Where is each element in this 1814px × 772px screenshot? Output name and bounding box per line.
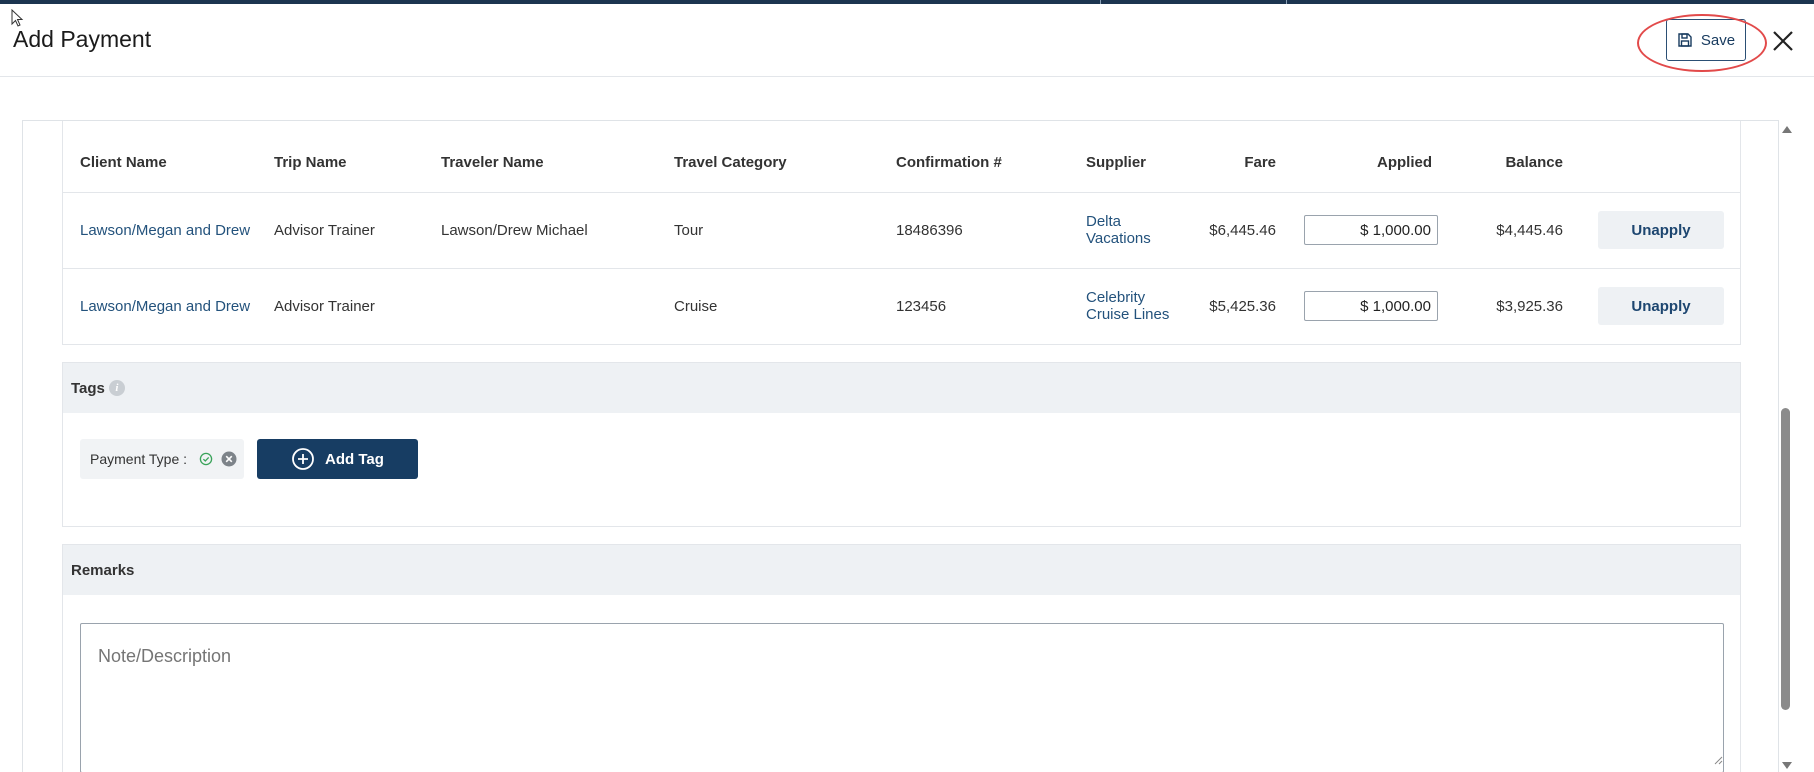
save-button-label: Save — [1700, 31, 1736, 49]
resize-grip-icon[interactable] — [1713, 755, 1723, 765]
fare-cell: $6,445.46 — [1196, 192, 1276, 269]
check-circle-icon — [199, 452, 213, 466]
column-header-actions — [1563, 121, 1740, 193]
info-icon[interactable]: i — [108, 380, 125, 396]
tags-title: Tags — [71, 379, 105, 397]
tags-header: Tags i — [63, 363, 1740, 413]
trip-name-cell: Advisor Trainer — [274, 297, 375, 315]
column-header-trip: Trip Name — [274, 121, 441, 193]
column-header-confirmation: Confirmation # — [896, 121, 1086, 193]
supplier-line2: Vacations — [1086, 230, 1151, 247]
traveler-name-cell — [441, 268, 674, 344]
table-header-row: Client Name Trip Name Traveler Name Trav… — [63, 121, 1740, 193]
supplier-line1: Delta — [1086, 213, 1122, 230]
table-row: Lawson/Megan and Drew Advisor Trainer Cr… — [63, 268, 1740, 344]
supplier-line1: Celebrity — [1086, 289, 1146, 307]
applied-amount-input[interactable] — [1304, 291, 1438, 322]
modal-header: Add Payment Save — [0, 4, 1814, 77]
remarks-section: Remarks — [62, 544, 1741, 772]
column-header-fare: Fare — [1196, 121, 1276, 193]
vertical-scrollbar[interactable] — [1779, 120, 1793, 772]
add-tag-label: Add Tag — [325, 450, 384, 468]
table-row: Lawson/Megan and Drew Advisor Trainer La… — [63, 192, 1740, 269]
page-title: Add Payment — [13, 26, 152, 52]
travel-category-cell: Tour — [674, 192, 896, 269]
scroll-up-arrow-icon[interactable] — [1782, 126, 1792, 133]
unapply-button[interactable]: Unapply — [1598, 211, 1724, 249]
tags-section: Tags i Payment Type : Add Tag — [62, 362, 1741, 527]
mouse-cursor-icon — [11, 9, 24, 27]
column-header-client: Client Name — [63, 121, 274, 193]
balance-cell: $3,925.36 — [1496, 297, 1563, 315]
scroll-down-arrow-icon[interactable] — [1782, 762, 1792, 769]
supplier-link[interactable]: Celebrity Cruise Lines — [1086, 289, 1169, 323]
travel-category-cell: Cruise — [674, 297, 718, 315]
supplier-line2: Cruise Lines — [1086, 306, 1170, 324]
payment-type-tag: Payment Type : — [80, 439, 244, 479]
client-name-link[interactable]: Lawson/Megan and Drew — [80, 298, 250, 315]
confirmation-cell: 18486396 — [896, 192, 1086, 269]
traveler-name-cell: Lawson/Drew Michael — [441, 192, 674, 269]
tag-label: Payment Type : — [90, 451, 188, 467]
floppy-disk-icon — [1678, 33, 1692, 47]
applied-amount-input[interactable] — [1304, 215, 1438, 245]
remarks-header: Remarks — [63, 545, 1740, 595]
confirmation-cell: 123456 — [896, 297, 947, 315]
applied-trips-table: Client Name Trip Name Traveler Name Trav… — [62, 121, 1741, 345]
unapply-button[interactable]: Unapply — [1598, 287, 1724, 326]
column-header-balance: Balance — [1442, 121, 1563, 193]
balance-cell: $4,445.46 — [1442, 192, 1563, 269]
payment-content-panel: Client Name Trip Name Traveler Name Trav… — [22, 120, 1779, 772]
plus-circle-icon — [292, 448, 314, 470]
trip-name-cell: Advisor Trainer — [274, 192, 441, 269]
save-button[interactable]: Save — [1666, 19, 1746, 61]
supplier-link[interactable]: Delta Vacations — [1086, 213, 1151, 247]
add-tag-button[interactable]: Add Tag — [257, 439, 418, 479]
column-header-category: Travel Category — [674, 121, 896, 193]
column-header-traveler: Traveler Name — [441, 121, 674, 193]
scrollbar-thumb[interactable] — [1781, 408, 1790, 710]
remove-circle-icon[interactable] — [221, 451, 237, 467]
column-header-applied: Applied — [1276, 121, 1442, 193]
column-header-supplier: Supplier — [1086, 121, 1196, 193]
fare-cell: $5,425.36 — [1209, 297, 1276, 315]
note-description-textarea[interactable] — [80, 623, 1724, 772]
close-icon[interactable] — [1768, 26, 1798, 56]
remarks-title: Remarks — [71, 561, 135, 579]
client-name-link[interactable]: Lawson/Megan and Drew — [80, 222, 250, 239]
